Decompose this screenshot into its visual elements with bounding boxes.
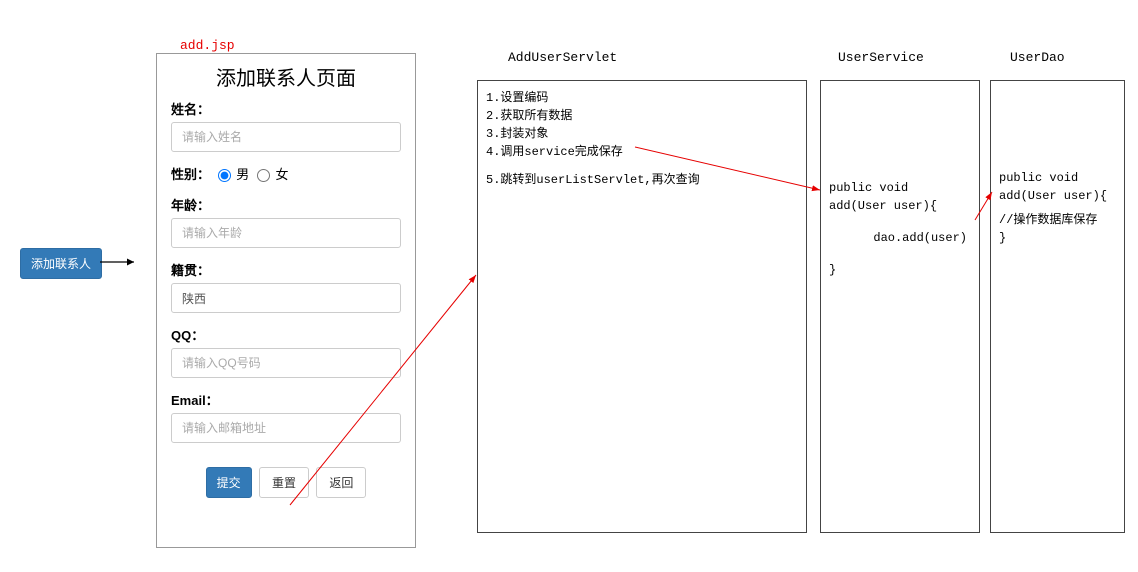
email-input[interactable] <box>171 413 401 443</box>
gender-male-text: 男 <box>236 167 249 182</box>
servlet-line4: 4.调用service完成保存 <box>486 143 798 161</box>
gender-female-radio[interactable] <box>257 169 270 182</box>
dao-line2: //操作数据库保存 <box>999 211 1116 229</box>
hometown-input[interactable] <box>171 283 401 313</box>
hometown-label: 籍贯： <box>171 260 401 279</box>
submit-button[interactable]: 提交 <box>206 467 252 498</box>
qq-input[interactable] <box>171 348 401 378</box>
name-label: 姓名： <box>171 99 401 118</box>
reset-button[interactable]: 重置 <box>259 467 309 498</box>
service-line3: } <box>829 261 971 279</box>
dao-line1: public void add(User user){ <box>999 169 1116 205</box>
dao-header: UserDao <box>1010 50 1065 65</box>
servlet-line2: 2.获取所有数据 <box>486 107 798 125</box>
email-label: Email： <box>171 390 401 409</box>
service-line2: dao.add(user) <box>829 229 971 247</box>
servlet-box: 1.设置编码 2.获取所有数据 3.封装对象 4.调用service完成保存 5… <box>477 80 807 533</box>
add-contact-form-panel: 添加联系人页面 姓名： 性别： 男 女 年龄： 籍贯： QQ： Email： 提… <box>156 53 416 548</box>
servlet-line5: 5.跳转到userListServlet,再次查询 <box>486 171 798 189</box>
gender-male-radio[interactable] <box>218 169 231 182</box>
service-box: public void add(User user){ dao.add(user… <box>820 80 980 533</box>
gender-female-text: 女 <box>276 167 289 182</box>
age-label: 年龄： <box>171 195 401 214</box>
back-button[interactable]: 返回 <box>316 467 366 498</box>
servlet-line3: 3.封装对象 <box>486 125 798 143</box>
gender-row: 性别： 男 女 <box>171 164 401 183</box>
arrow-entry-to-form <box>100 255 140 269</box>
servlet-line1: 1.设置编码 <box>486 89 798 107</box>
jsp-filename-label: add.jsp <box>180 38 235 53</box>
gender-label: 性别： <box>171 167 210 182</box>
dao-box: public void add(User user){ //操作数据库保存 } <box>990 80 1125 533</box>
add-contact-button[interactable]: 添加联系人 <box>20 248 102 279</box>
dao-line3: } <box>999 229 1116 247</box>
service-header: UserService <box>838 50 924 65</box>
service-line1: public void add(User user){ <box>829 179 971 215</box>
qq-label: QQ： <box>171 325 401 344</box>
form-title: 添加联系人页面 <box>171 62 401 91</box>
name-input[interactable] <box>171 122 401 152</box>
servlet-header: AddUserServlet <box>508 50 617 65</box>
age-input[interactable] <box>171 218 401 248</box>
